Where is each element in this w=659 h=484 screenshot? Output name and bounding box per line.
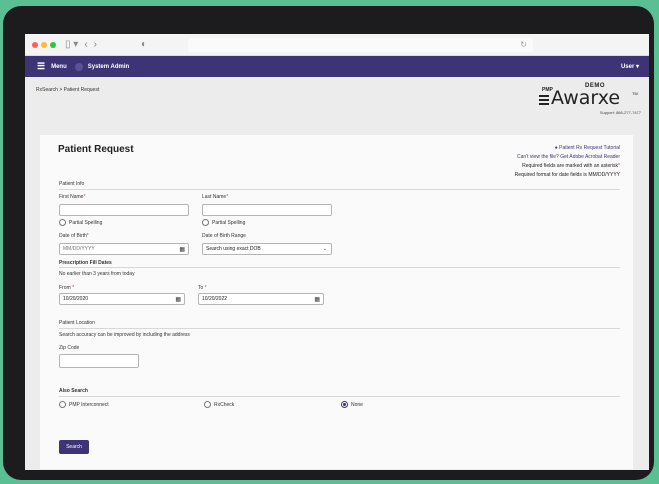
page-title: Patient Request (58, 144, 134, 155)
radio-label: RxCheck (214, 401, 235, 408)
dob-label: Date of Birth* (59, 233, 89, 239)
required-note-text: Required fields are marked with an aster… (522, 163, 619, 169)
required-asterisk: * (618, 163, 620, 169)
divider (59, 396, 620, 397)
divider (59, 267, 620, 268)
radio-button-selected[interactable] (341, 401, 348, 408)
from-date-field[interactable]: 10/20/2020 ▦ (59, 293, 185, 305)
reload-icon[interactable]: ↻ (520, 38, 533, 52)
to-date-field[interactable]: 10/20/2022 ▦ (198, 293, 324, 305)
tablet-frame: ▯ ▾ ‹ › ◐ ↻ ☰ Menu System Admin User ▾ R… (3, 6, 654, 480)
dob-label-text: Date of Birth (59, 233, 87, 239)
from-label: From * (59, 285, 74, 291)
to-label: To * (198, 285, 207, 291)
zip-code-field[interactable] (59, 354, 139, 368)
first-name-label-text: First Name (59, 194, 84, 200)
menu-link[interactable]: Menu (51, 64, 67, 70)
browser-toolbar: ▯ ▾ ‹ › ◐ ↻ (25, 34, 649, 56)
partial-spelling-checkbox[interactable] (59, 219, 66, 226)
sidebar-toggle-icon[interactable]: ▯ ▾ (65, 39, 78, 50)
patient-info-heading: Patient Info (59, 181, 85, 187)
last-name-field[interactable] (202, 204, 332, 216)
location-note: Search accuracy can be improved by inclu… (59, 332, 190, 338)
address-bar[interactable]: ↻ (188, 38, 533, 52)
tutorial-link[interactable]: ● Patient Rx Request Tutorial (555, 145, 620, 151)
privacy-shield-icon: ◐ (141, 39, 148, 50)
tutorial-label: Patient Rx Request Tutorial (559, 145, 620, 151)
to-date-value: 10/20/2022 (202, 296, 228, 302)
calendar-icon[interactable]: ▦ (179, 245, 185, 255)
radio-rxcheck[interactable]: RxCheck (204, 401, 234, 408)
zip-code-label: Zip Code (59, 345, 80, 351)
partial-spelling-checkbox[interactable] (202, 219, 209, 226)
patient-request-card: Patient Request ● Patient Rx Request Tut… (40, 135, 633, 469)
acrobat-link[interactable]: Can't view the file? Get Adobe Acrobat R… (517, 154, 620, 160)
header-strip: RxSearch > Patient Request PMP DEMO Awar… (25, 77, 649, 117)
fill-dates-heading: Prescription Fill Dates (59, 260, 112, 266)
last-name-partial-spelling[interactable]: Partial Spelling (202, 219, 245, 226)
radio-none[interactable]: None (341, 401, 363, 408)
fill-dates-note: No earlier than 3 years from today (59, 271, 135, 277)
first-name-partial-spelling[interactable]: Partial Spelling (59, 219, 102, 226)
required-asterisk: * (226, 194, 229, 200)
dob-field[interactable]: MM/DD/YYYY ▦ (59, 243, 189, 255)
divider (59, 328, 620, 329)
required-asterisk: * (72, 285, 75, 291)
support-phone: Support: 866-277-7477 (599, 110, 641, 115)
top-navbar: ☰ Menu System Admin User ▾ (25, 56, 649, 77)
forward-icon[interactable]: › (94, 39, 97, 50)
radio-label: None (351, 401, 363, 408)
last-name-label: Last Name* (202, 194, 228, 200)
required-asterisk: * (204, 285, 207, 291)
divider (59, 189, 620, 190)
breadcrumb: RxSearch > Patient Request (36, 87, 100, 93)
chevron-down-icon: ▾ (635, 64, 639, 70)
required-asterisk: * (83, 194, 86, 200)
logo-tm: TM (632, 91, 638, 96)
user-menu[interactable]: User ▾ (621, 63, 639, 70)
first-name-label: First Name* (59, 194, 85, 200)
help-icon: ● (554, 145, 558, 151)
required-note: Required fields are marked with an aster… (522, 163, 620, 169)
calendar-icon[interactable]: ▦ (314, 295, 320, 305)
logo-lines-icon (539, 95, 549, 107)
system-admin-link[interactable]: System Admin (88, 64, 129, 70)
minimize-window-icon[interactable] (41, 41, 47, 48)
calendar-icon[interactable]: ▦ (175, 295, 181, 305)
screen: ▯ ▾ ‹ › ◐ ↻ ☰ Menu System Admin User ▾ R… (25, 34, 649, 470)
dob-range-label: Date of Birth Range (202, 233, 246, 239)
also-search-heading: Also Search (59, 388, 88, 394)
system-admin-icon (74, 62, 83, 71)
last-name-label-text: Last Name (202, 194, 227, 200)
awarxe-logo: PMP DEMO Awarxe TM Support: 866-277-7477 (521, 83, 641, 117)
patient-location-heading: Patient Location (59, 320, 95, 326)
maximize-window-icon[interactable] (50, 41, 56, 48)
radio-button[interactable] (204, 401, 211, 408)
date-format-note: Required format for date fields is MM/DD… (514, 172, 620, 178)
radio-label: PMP Interconnect (69, 401, 109, 408)
partial-spelling-label: Partial Spelling (212, 219, 246, 226)
user-label: User (620, 64, 635, 70)
from-label-text: From (59, 285, 71, 291)
menu-icon[interactable]: ☰ (37, 61, 45, 72)
from-date-value: 10/20/2020 (63, 296, 89, 302)
dob-range-value: Search using exact DOB (206, 246, 261, 252)
to-label-text: To (198, 285, 204, 291)
logo-name: Awarxe (551, 87, 621, 109)
required-asterisk: * (86, 233, 89, 239)
close-window-icon[interactable] (32, 41, 38, 48)
dob-placeholder: MM/DD/YYYY (63, 246, 95, 252)
radio-pmp-interconnect[interactable]: PMP Interconnect (59, 401, 109, 408)
back-icon[interactable]: ‹ (84, 39, 87, 50)
search-button[interactable]: Search (59, 440, 89, 454)
first-name-field[interactable] (59, 204, 189, 216)
radio-button[interactable] (59, 401, 66, 408)
partial-spelling-label: Partial Spelling (69, 219, 103, 226)
chevron-down-icon: ⌄ (322, 246, 327, 252)
dob-range-select[interactable]: Search using exact DOB ⌄ (202, 243, 332, 255)
